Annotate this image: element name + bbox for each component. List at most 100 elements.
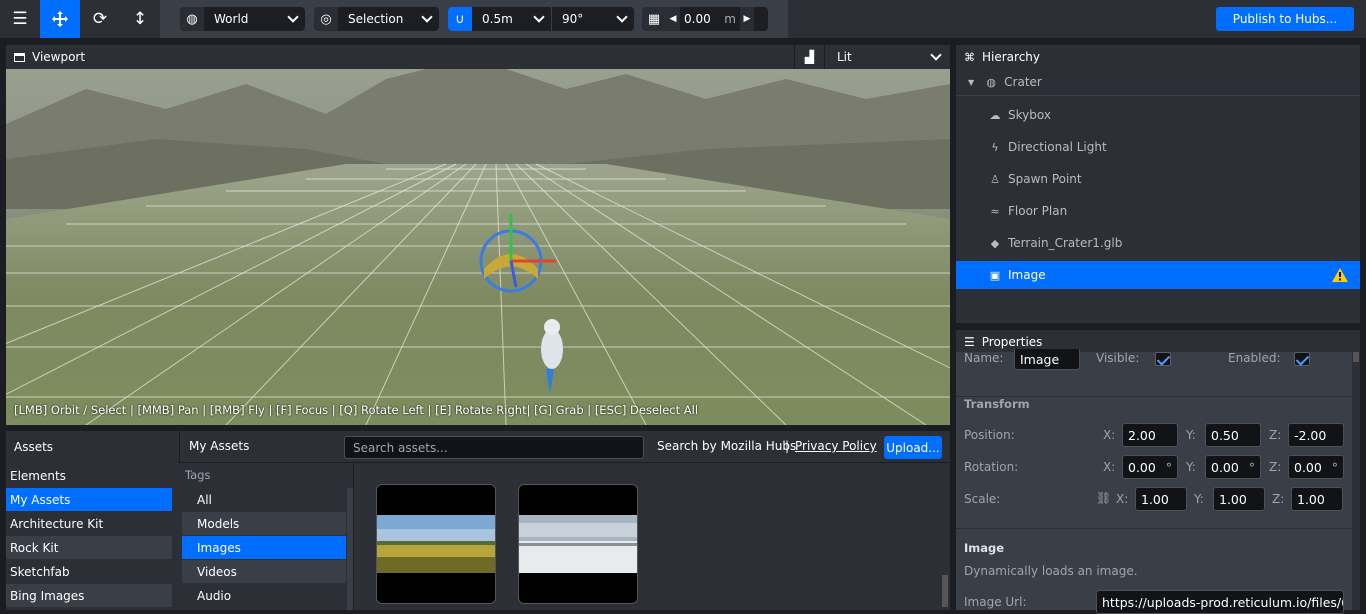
search-assets-input[interactable]: Search assets... — [344, 436, 644, 459]
image-url-input[interactable]: https://uploads-prod.reticulum.io/files/… — [1096, 590, 1344, 614]
transform-options: ◍ World ◎ Selection ∪ 0.5m 90° ▦ ◀ 0.00 m… — [160, 0, 788, 38]
properties-title: Properties — [981, 334, 1043, 349]
translate-snap-value: 0.5m — [482, 12, 513, 26]
axis-z-label: Z: — [1269, 428, 1282, 442]
rotation-x-input[interactable]: 0.00 ° — [1122, 455, 1178, 479]
image-section-title: Image — [964, 541, 1005, 555]
translate-tool-button[interactable] — [40, 0, 80, 38]
grid-increase-button[interactable]: ▶ — [740, 7, 754, 31]
enabled-checkbox[interactable] — [1294, 352, 1310, 366]
degree-unit: ° — [1165, 459, 1172, 475]
hierarchy-item-spawn-point[interactable]: ♙ Spawn Point — [956, 163, 1360, 195]
position-x-input[interactable]: 2.00 — [1122, 423, 1178, 447]
hierarchy-item-label: Directional Light — [1008, 140, 1107, 154]
grid-height-input[interactable]: 0.00 m — [680, 7, 740, 31]
rotation-y-input[interactable]: 0.00 ° — [1205, 455, 1261, 479]
upload-button[interactable]: Upload... — [884, 436, 942, 459]
source-item-sketchfab[interactable]: Sketchfab — [6, 560, 172, 583]
translate-snap-select[interactable]: 0.5m — [472, 7, 552, 31]
assets-title: Assets — [6, 431, 180, 463]
snap-controls: ∪ 0.5m 90° — [448, 7, 634, 31]
hierarchy-item-label: Spawn Point — [1008, 172, 1082, 186]
source-item-elements[interactable]: Elements — [6, 464, 172, 487]
visible-label: Visible: — [1096, 351, 1140, 365]
source-item-architecture-kit[interactable]: Architecture Kit — [6, 512, 172, 535]
position-y-input[interactable]: 0.50 — [1205, 423, 1261, 447]
stats-button[interactable]: ▟ — [794, 45, 824, 69]
publish-button[interactable]: Publish to Hubs... — [1216, 7, 1354, 31]
rotation-z-input[interactable]: 0.00 ° — [1288, 455, 1344, 479]
name-input[interactable]: Image — [1014, 349, 1080, 370]
scale-icon: ↕ — [132, 9, 148, 29]
source-item-bing-images[interactable]: Bing Images — [6, 584, 172, 607]
hierarchy-item-label: Crater — [1004, 75, 1042, 89]
viewport-header: Viewport ▟ Lit — [6, 45, 950, 69]
hierarchy-title: Hierarchy — [982, 50, 1041, 64]
position-label: Position: — [964, 428, 1015, 442]
axis-y-label: Y: — [1186, 460, 1196, 474]
scale-y-value: 1.00 — [1219, 491, 1247, 507]
hierarchy-item-label: Image — [1008, 268, 1046, 282]
degree-unit: ° — [1248, 459, 1255, 475]
chevron-down-icon — [616, 11, 628, 23]
grid-decrease-button[interactable]: ◀ — [666, 7, 680, 31]
scale-tool-button[interactable]: ↕ — [120, 0, 160, 38]
tag-label: Images — [197, 540, 241, 555]
sliders-icon: ☰ — [964, 334, 975, 349]
top-toolbar: ☰ ⟳ ↕ ◍ World ◎ Selection ∪ 0.5m 90° ▦ ◀… — [0, 0, 1366, 38]
globe-icon: ◍ — [986, 75, 996, 89]
scale-z-input[interactable]: 1.00 — [1291, 487, 1343, 511]
tag-item-all[interactable]: All — [182, 488, 346, 511]
chevron-down-icon — [533, 11, 545, 23]
visible-checkbox[interactable] — [1155, 352, 1171, 366]
grid-value: 0.00 — [684, 12, 711, 26]
viewport-canvas[interactable]: [LMB] Orbit / Select | [MMB] Pan | [RMB]… — [6, 69, 950, 425]
scale-y-input[interactable]: 1.00 — [1213, 487, 1265, 511]
hierarchy-item-skybox[interactable]: ☁ Skybox — [956, 99, 1360, 131]
properties-scrollbar[interactable] — [1352, 352, 1360, 610]
rotate-snap-select[interactable]: 90° — [552, 7, 634, 31]
image-section-description: Dynamically loads an image. — [964, 564, 1138, 578]
asset-thumbnail[interactable] — [376, 484, 496, 604]
scene-render — [6, 69, 950, 425]
shading-select[interactable]: Lit — [824, 45, 950, 69]
privacy-policy-link[interactable]: Privacy Policy — [795, 439, 877, 453]
search-provider-text: Search by Mozilla Hubs — [657, 439, 797, 453]
axis-z-label: Z: — [1272, 492, 1285, 506]
assets-scrollbar[interactable] — [942, 575, 948, 607]
source-label: Rock Kit — [10, 540, 59, 555]
space-select[interactable]: ◍ World — [180, 7, 305, 31]
hierarchy-item-image[interactable]: ▣ Image — [956, 261, 1360, 289]
tag-item-images[interactable]: Images — [182, 536, 346, 559]
caret-down-icon[interactable]: ▼ — [968, 78, 974, 87]
rotate-snap-value: 90° — [562, 12, 584, 26]
tag-item-models[interactable]: Models — [182, 512, 346, 535]
hierarchy-item-crater[interactable]: ▼ ◍ Crater — [956, 69, 1360, 96]
link-icon[interactable]: ⛓ — [1096, 491, 1111, 505]
hierarchy-item-directional-light[interactable]: ϟ Directional Light — [956, 131, 1360, 163]
source-item-my-assets[interactable]: My Assets — [6, 488, 172, 511]
grid-icon[interactable]: ▦ — [642, 7, 666, 31]
tags-title: Tags — [185, 468, 211, 482]
rotate-icon: ⟳ — [92, 9, 108, 29]
hierarchy-item-floor-plan[interactable]: ≈ Floor Plan — [956, 195, 1360, 227]
space-value: World — [214, 12, 249, 26]
source-label: Sketchfab — [10, 564, 70, 579]
chevron-down-icon — [421, 11, 433, 23]
position-z-input[interactable]: -2.00 — [1288, 423, 1344, 447]
scale-x-input[interactable]: 1.00 — [1135, 487, 1187, 511]
source-item-rock-kit[interactable]: Rock Kit — [6, 536, 172, 559]
asset-thumbnail[interactable] — [518, 484, 638, 604]
image-icon: ▣ — [989, 268, 1001, 282]
tag-item-videos[interactable]: Videos — [182, 560, 346, 583]
tag-item-audio[interactable]: Audio — [182, 584, 346, 607]
tag-label: Models — [197, 516, 240, 531]
magnet-icon[interactable]: ∪ — [448, 7, 472, 31]
menu-button[interactable]: ☰ — [0, 0, 40, 38]
hierarchy-item-terrain[interactable]: ◆ Terrain_Crater1.glb — [956, 227, 1360, 259]
rotate-tool-button[interactable]: ⟳ — [80, 0, 120, 38]
chevron-down-icon — [930, 49, 942, 61]
position-x-value: 2.00 — [1128, 427, 1156, 443]
pivot-select[interactable]: ◎ Selection — [314, 7, 439, 31]
tags-scrollbar[interactable] — [347, 488, 353, 610]
